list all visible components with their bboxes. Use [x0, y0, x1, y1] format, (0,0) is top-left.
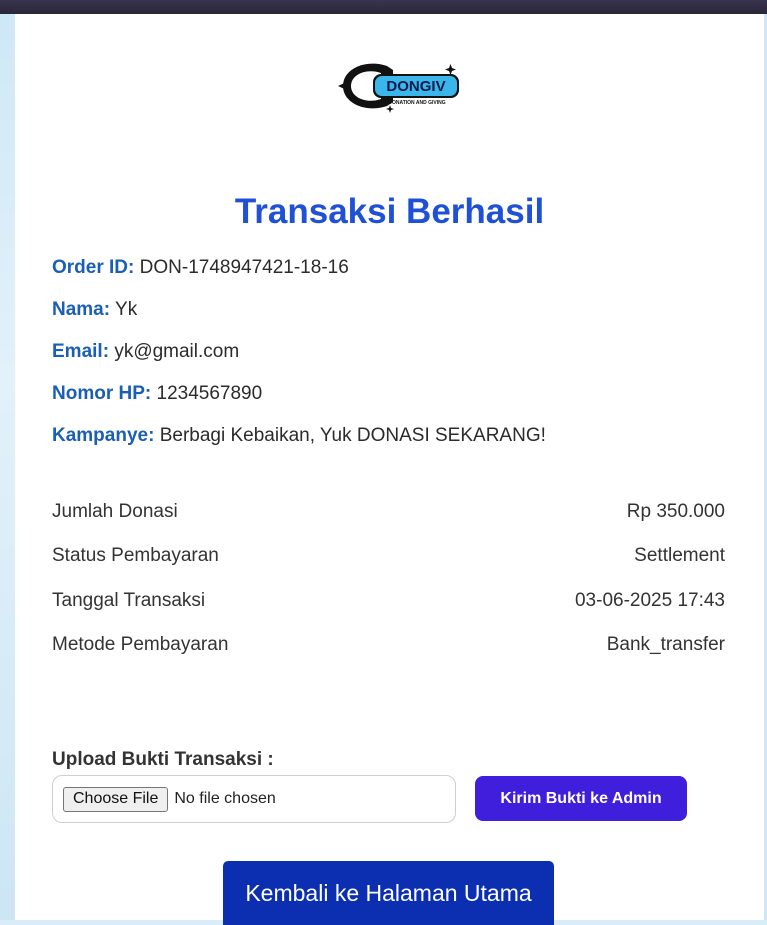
- name-label: Nama:: [52, 299, 111, 320]
- receipt-card: DONGIV DONATION AND GIVING Transaksi Ber…: [15, 14, 764, 925]
- phone-value: 1234567890: [156, 383, 263, 404]
- transaction-date-row: Tanggal Transaksi 03-06-2025 17:43: [52, 590, 725, 612]
- payment-method-value: Bank_transfer: [606, 634, 725, 655]
- dongiv-logo: DONGIV DONATION AND GIVING: [338, 63, 459, 113]
- email-label: Email:: [52, 341, 110, 362]
- name-row: Nama: Yk: [52, 299, 137, 321]
- logo-tagline: DONATION AND GIVING: [388, 100, 445, 106]
- logo-wordmark: DONGIV: [386, 78, 445, 95]
- file-input[interactable]: Choose File No file chosen: [52, 775, 456, 823]
- send-proof-button[interactable]: Kirim Bukti ke Admin: [475, 776, 687, 821]
- campaign-row: Kampanye: Berbagi Kebaikan, Yuk DONASI S…: [52, 425, 546, 447]
- page-background: [0, 14, 15, 920]
- campaign-label: Kampanye:: [52, 425, 155, 446]
- name-value: Yk: [115, 299, 138, 320]
- page-title: Transaksi Berhasil: [234, 192, 545, 231]
- transaction-date-label: Tanggal Transaksi: [52, 590, 206, 611]
- payment-status-value: Settlement: [634, 545, 725, 566]
- email-value: yk@gmail.com: [114, 341, 240, 362]
- order-id-label: Order ID:: [52, 257, 135, 278]
- phone-row: Nomor HP: 1234567890: [52, 383, 262, 405]
- campaign-value: Berbagi Kebaikan, Yuk DONASI SEKARANG!: [159, 425, 546, 446]
- amount-label: Jumlah Donasi: [52, 501, 178, 522]
- amount-row: Jumlah Donasi Rp 350.000: [52, 501, 725, 523]
- order-id-value: DON-1748947421-18-16: [139, 257, 349, 278]
- browser-top-bar: [0, 0, 767, 14]
- choose-file-button[interactable]: Choose File: [63, 786, 169, 812]
- payment-method-row: Metode Pembayaran Bank_transfer: [52, 634, 725, 656]
- payment-method-label: Metode Pembayaran: [52, 634, 229, 655]
- transaction-date-value: 03-06-2025 17:43: [574, 590, 725, 611]
- upload-label: Upload Bukti Transaksi :: [52, 749, 274, 770]
- order-id-row: Order ID: DON-1748947421-18-16: [52, 257, 349, 279]
- phone-label: Nomor HP:: [52, 383, 152, 404]
- email-row: Email: yk@gmail.com: [52, 341, 239, 363]
- payment-status-row: Status Pembayaran Settlement: [52, 545, 725, 567]
- back-home-button[interactable]: Kembali ke Halaman Utama: [223, 861, 554, 925]
- payment-status-label: Status Pembayaran: [52, 545, 219, 566]
- amount-value: Rp 350.000: [626, 501, 725, 522]
- file-status: No file chosen: [174, 790, 276, 807]
